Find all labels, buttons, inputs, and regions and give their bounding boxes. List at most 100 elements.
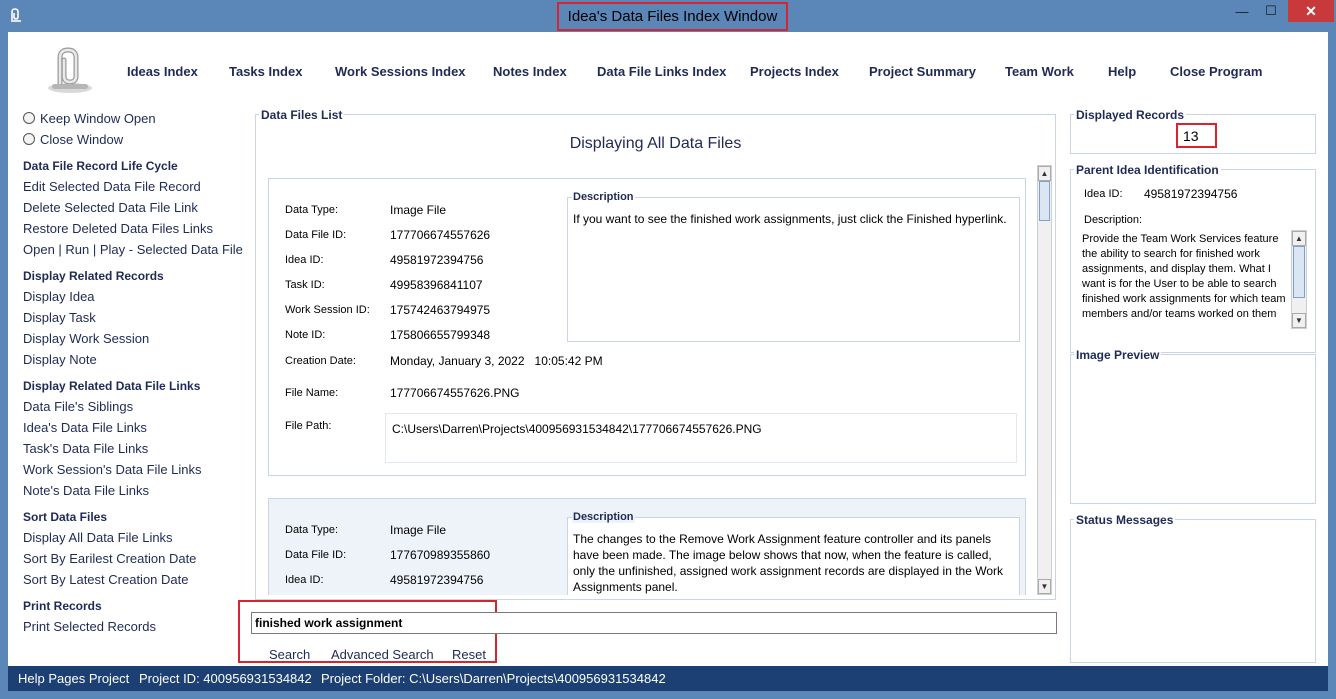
sort-earliest-link[interactable]: Sort By Earilest Creation Date — [23, 551, 196, 566]
scroll-up-arrow[interactable]: ▲ — [1038, 166, 1051, 181]
sort-latest-link[interactable]: Sort By Latest Creation Date — [23, 572, 188, 587]
scroll-down-arrow[interactable]: ▼ — [1038, 579, 1051, 594]
idea-description-scrollbar[interactable]: ▲ ▼ — [1291, 230, 1307, 329]
field-label: File Name: — [285, 387, 339, 399]
displayed-records-count: 13 — [1176, 123, 1217, 148]
field-label: Data Type: — [285, 524, 338, 536]
edit-data-file-link[interactable]: Edit Selected Data File Record — [23, 179, 201, 194]
status-messages-panel: Status Messages — [1070, 513, 1316, 663]
displayed-records-legend: Displayed Records — [1074, 108, 1187, 122]
window-client-area: Ideas Index Tasks Index Work Sessions In… — [8, 32, 1328, 666]
description-text: The changes to the Remove Work Assignmen… — [573, 532, 1004, 594]
search-button[interactable]: Search — [269, 647, 310, 662]
display-idea-link[interactable]: Display Idea — [23, 289, 95, 304]
nav-help[interactable]: Help — [1108, 64, 1136, 79]
work-session-data-file-links-link[interactable]: Work Session's Data File Links — [23, 462, 202, 477]
restore-data-file-links[interactable]: Restore Deleted Data Files Links — [23, 221, 213, 236]
work-session-id-value: 175742463794975 — [390, 303, 491, 317]
data-file-siblings-link[interactable]: Data File's Siblings — [23, 399, 133, 414]
close-window-option[interactable]: Close Window — [23, 131, 123, 147]
advanced-search-button[interactable]: Advanced Search — [331, 647, 434, 662]
search-input[interactable] — [251, 612, 1057, 634]
delete-data-file-link[interactable]: Delete Selected Data File Link — [23, 200, 198, 215]
keep-window-open-option[interactable]: Keep Window Open — [23, 110, 156, 126]
data-file-record[interactable]: Data Type: Image File Data File ID: 1777… — [268, 178, 1026, 476]
reset-button[interactable]: Reset — [452, 647, 486, 662]
data-files-list-panel: Data Files List Displaying All Data File… — [255, 108, 1056, 600]
displaying-heading: Displaying All Data Files — [569, 135, 742, 152]
radio-label: Close Window — [40, 131, 124, 147]
parent-idea-description: Provide the Team Work Services feature t… — [1082, 233, 1286, 320]
field-label: Idea ID: — [285, 574, 324, 586]
radio-circle[interactable] — [23, 133, 35, 145]
records-scrollbar[interactable]: ▲ ▼ — [1037, 165, 1052, 595]
description-box: Description The changes to the Remove Wo… — [567, 511, 1020, 595]
data-file-id-value: 177670989355860 — [390, 548, 491, 562]
section-heading: Print Records — [23, 599, 102, 613]
open-run-play-link[interactable]: Open | Run | Play - Selected Data File — [23, 242, 243, 257]
data-type-value: Image File — [390, 523, 447, 537]
field-label: Idea ID: — [285, 254, 324, 266]
nav-data-file-links-index[interactable]: Data File Links Index — [597, 64, 726, 79]
scroll-down-arrow[interactable]: ▼ — [1292, 313, 1306, 328]
field-label: Data Type: — [285, 204, 338, 216]
display-work-session-link[interactable]: Display Work Session — [23, 331, 149, 346]
radio-circle[interactable] — [23, 112, 35, 124]
section-heading: Display Related Data File Links — [23, 379, 201, 393]
section-heading: Display Related Records — [23, 269, 164, 283]
window-title: Idea's Data Files Index Window — [557, 2, 788, 31]
scroll-thumb[interactable] — [1293, 246, 1305, 298]
minimize-button[interactable]: — — [1228, 0, 1256, 22]
data-file-id-value: 177706674557626 — [390, 228, 491, 242]
project-id: Project ID: 400956931534842 — [139, 671, 312, 686]
idea-id-value: 49581972394756 — [390, 253, 484, 267]
data-files-list-legend: Data Files List — [259, 108, 345, 122]
nav-close-program[interactable]: Close Program — [1170, 64, 1262, 79]
project-folder: Project Folder: C:\Users\Darren\Projects… — [321, 671, 666, 686]
file-path-value: C:\Users\Darren\Projects\400956931534842… — [385, 413, 1017, 463]
nav-tasks-index[interactable]: Tasks Index — [229, 64, 302, 79]
records-scroll-area[interactable]: Data Type: Image File Data File ID: 1777… — [260, 165, 1037, 595]
task-id-value: 49958396841107 — [390, 278, 483, 292]
title-bar: Idea's Data Files Index Window — ☐ ✕ — [0, 0, 1336, 32]
field-label: Work Session ID: — [285, 304, 370, 316]
image-preview-legend: Image Preview — [1074, 348, 1162, 362]
field-label: Task ID: — [285, 279, 325, 291]
field-label: Creation Date: — [285, 355, 356, 367]
app-icon — [11, 8, 21, 22]
maximize-button[interactable]: ☐ — [1257, 0, 1285, 22]
description-label: Description: — [1084, 214, 1143, 226]
field-label: Data File ID: — [285, 549, 347, 561]
description-legend: Description — [572, 511, 635, 523]
app-logo — [48, 47, 92, 93]
scroll-up-arrow[interactable]: ▲ — [1292, 231, 1306, 246]
display-task-link[interactable]: Display Task — [23, 310, 96, 325]
close-window-button[interactable]: ✕ — [1288, 0, 1334, 22]
field-label: Note ID: — [285, 329, 326, 341]
nav-notes-index[interactable]: Notes Index — [493, 64, 567, 79]
description-text: If you want to see the finished work ass… — [573, 212, 1007, 226]
section-heading: Data File Record Life Cycle — [23, 159, 178, 173]
nav-work-sessions-index[interactable]: Work Sessions Index — [335, 64, 466, 79]
task-data-file-links-link[interactable]: Task's Data File Links — [23, 441, 148, 456]
idea-data-file-links-link[interactable]: Idea's Data File Links — [23, 420, 147, 435]
status-bar: Help Pages Project Project ID: 400956931… — [8, 666, 1328, 691]
description-box: Description If you want to see the finis… — [567, 191, 1020, 342]
field-label: Data File ID: — [285, 229, 347, 241]
file-name-value: 177706674557626.PNG — [390, 386, 520, 400]
display-note-link[interactable]: Display Note — [23, 352, 97, 367]
nav-team-work[interactable]: Team Work — [1005, 64, 1074, 79]
idea-id-label: Idea ID: — [1084, 188, 1123, 200]
project-name: Help Pages Project — [18, 671, 130, 686]
parent-idea-legend: Parent Idea Identification — [1074, 163, 1221, 177]
scroll-thumb[interactable] — [1039, 181, 1050, 221]
nav-ideas-index[interactable]: Ideas Index — [127, 64, 198, 79]
creation-date-value: Monday, January 3, 2022 10:05:42 PM — [390, 354, 603, 368]
data-file-record[interactable]: Data Type: Image File Data File ID: 1776… — [268, 498, 1026, 595]
nav-projects-index[interactable]: Projects Index — [750, 64, 839, 79]
nav-project-summary[interactable]: Project Summary — [869, 64, 976, 79]
display-all-data-file-links-link[interactable]: Display All Data File Links — [23, 530, 173, 545]
print-selected-records-link[interactable]: Print Selected Records — [23, 619, 156, 634]
parent-idea-id-value: 49581972394756 — [1144, 187, 1238, 201]
note-data-file-links-link[interactable]: Note's Data File Links — [23, 483, 149, 498]
